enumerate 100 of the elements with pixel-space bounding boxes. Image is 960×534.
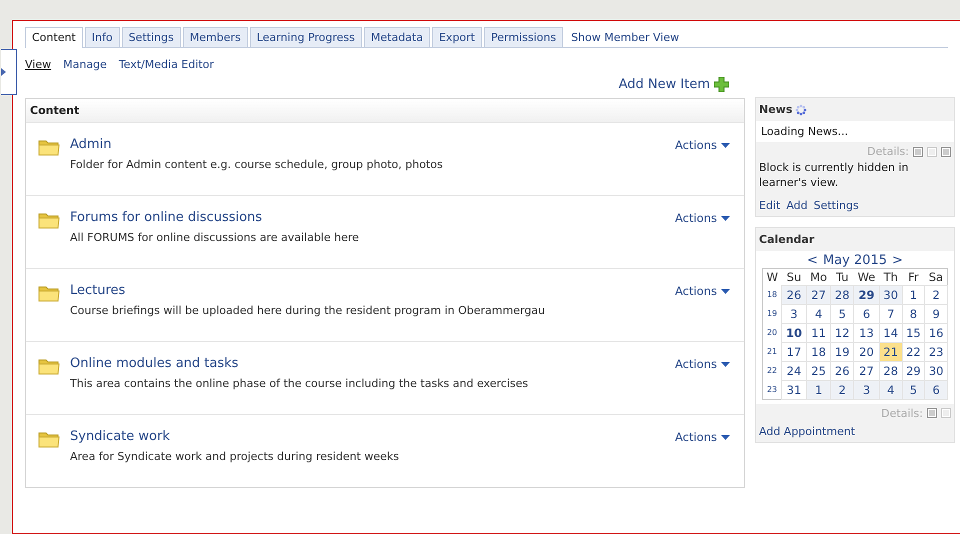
week-number: 22 (762, 361, 782, 380)
calendar-day[interactable]: 6 (924, 380, 948, 400)
folder-link[interactable]: Forums for online discussions (70, 210, 675, 225)
calendar-day[interactable]: 19 (830, 342, 854, 362)
actions-menu[interactable]: Actions (674, 283, 730, 299)
calendar-day[interactable]: 18 (806, 342, 831, 362)
week-number: 19 (762, 304, 782, 324)
calendar-day[interactable]: 29 (902, 361, 925, 380)
calendar-day[interactable]: 8 (902, 304, 925, 324)
calendar-day[interactable]: 1 (806, 380, 831, 400)
tab[interactable]: Permissions (484, 27, 564, 47)
week-number: 18 (762, 285, 782, 304)
block-link[interactable]: Edit (759, 198, 780, 212)
calendar-day[interactable]: 9 (924, 304, 948, 324)
subtab[interactable]: Text/Media Editor (118, 58, 214, 71)
calendar-day[interactable]: 28 (879, 361, 902, 380)
caret-icon (721, 434, 730, 440)
block-title: Calendar (759, 232, 814, 246)
calendar-day[interactable]: 3 (782, 304, 806, 324)
calendar-day[interactable]: 4 (879, 380, 902, 400)
details-label: Details: (867, 145, 909, 158)
layout-icon[interactable] (927, 146, 937, 156)
calendar-day[interactable]: 16 (924, 323, 948, 342)
layout-icon[interactable] (913, 146, 923, 156)
calendar-day[interactable]: 26 (830, 361, 854, 380)
tab[interactable]: Learning Progress (250, 27, 362, 47)
weekday-header: Mo (806, 268, 831, 286)
calendar-day[interactable]: 14 (879, 323, 902, 342)
calendar-day[interactable]: 31 (782, 380, 806, 400)
calendar-day[interactable]: 1 (902, 285, 925, 304)
calendar-day[interactable]: 6 (854, 304, 880, 324)
folder-link[interactable]: Syndicate work (70, 429, 675, 444)
week-number: 21 (762, 342, 782, 362)
plus-icon[interactable] (714, 77, 729, 92)
add-new-item-link[interactable]: Add New Item (618, 77, 710, 92)
calendar-day[interactable]: 5 (902, 380, 925, 400)
tab[interactable]: Settings (122, 27, 181, 47)
arrow-icon (1, 68, 6, 76)
layout-icon[interactable] (927, 408, 937, 418)
details-label: Details: (881, 406, 923, 420)
subtab[interactable]: Manage (63, 58, 107, 71)
tab[interactable]: Info (84, 27, 120, 47)
side-panel-toggle[interactable] (1, 49, 17, 95)
loading-text: Loading News... (756, 121, 954, 142)
tab[interactable]: Content (25, 27, 83, 48)
previous-month-link[interactable]: < (807, 252, 818, 268)
calendar-day[interactable]: 7 (879, 304, 902, 324)
calendar-day[interactable]: 30 (924, 361, 948, 380)
caret-icon (721, 288, 730, 294)
calendar-day[interactable]: 28 (830, 285, 854, 304)
layout-icon[interactable] (941, 408, 951, 418)
calendar-day[interactable]: 15 (902, 323, 925, 342)
calendar-day[interactable]: 11 (806, 323, 831, 342)
weekday-header: Sa (924, 268, 948, 286)
layout-icon[interactable] (941, 146, 951, 156)
folder-description: Area for Syndicate work and projects during resident weeks (70, 450, 400, 463)
calendar-day[interactable]: 4 (806, 304, 831, 324)
calendar-day[interactable]: 5 (830, 304, 854, 324)
calendar-day[interactable]: 29 (854, 285, 880, 304)
calendar-day[interactable]: 3 (854, 380, 880, 400)
calendar-day[interactable]: 25 (806, 361, 831, 380)
actions-menu[interactable]: Actions (674, 356, 730, 372)
folder-description: Folder for Admin content e.g. course schedule, group photo, photos (70, 158, 444, 171)
weekday-header: Fr (902, 268, 925, 286)
block-link[interactable]: Settings (814, 198, 859, 212)
folder-link[interactable]: Lectures (70, 283, 675, 298)
calendar-day[interactable]: 10 (782, 323, 806, 342)
add-appointment-link[interactable]: Add Appointment (759, 424, 856, 438)
member-view-link[interactable]: Show Member View (565, 28, 686, 47)
caret-icon (721, 362, 730, 366)
caret-icon (721, 142, 730, 148)
tab[interactable]: Metadata (364, 27, 430, 47)
tab[interactable]: Members (182, 27, 248, 47)
calendar-day[interactable]: 27 (806, 285, 831, 304)
calendar-day[interactable]: 27 (854, 361, 880, 380)
subtab[interactable]: View (25, 58, 52, 71)
week-number: 20 (762, 323, 782, 342)
calendar-day[interactable]: 2 (830, 380, 854, 400)
calendar-day[interactable]: 22 (902, 342, 925, 362)
calendar-day[interactable]: 24 (782, 361, 806, 380)
actions-menu[interactable]: Actions (674, 429, 730, 445)
weekday-header: We (854, 268, 880, 286)
calendar-day[interactable]: 13 (854, 323, 880, 342)
folder-link[interactable]: Admin (70, 137, 675, 152)
next-month-link[interactable]: > (892, 252, 903, 268)
calendar-day[interactable]: 2 (924, 285, 948, 304)
actions-menu[interactable]: Actions (674, 137, 730, 153)
calendar-day[interactable]: 20 (854, 342, 880, 362)
calendar-day[interactable]: 12 (830, 323, 854, 342)
block-link[interactable]: Add (786, 198, 808, 212)
calendar-day[interactable]: 30 (879, 285, 902, 304)
folder-link[interactable]: Online modules and tasks (70, 356, 675, 371)
calendar-day[interactable]: 17 (782, 342, 806, 362)
actions-menu[interactable]: Actions (674, 210, 730, 226)
tab[interactable]: Export (432, 27, 482, 47)
calendar-day[interactable]: 21 (879, 342, 902, 362)
calendar-day[interactable]: 26 (782, 285, 806, 304)
weekday-header: Su (782, 268, 806, 286)
hidden-note: Block is currently hidden in learner's view. (758, 161, 910, 191)
calendar-day[interactable]: 23 (924, 342, 948, 362)
